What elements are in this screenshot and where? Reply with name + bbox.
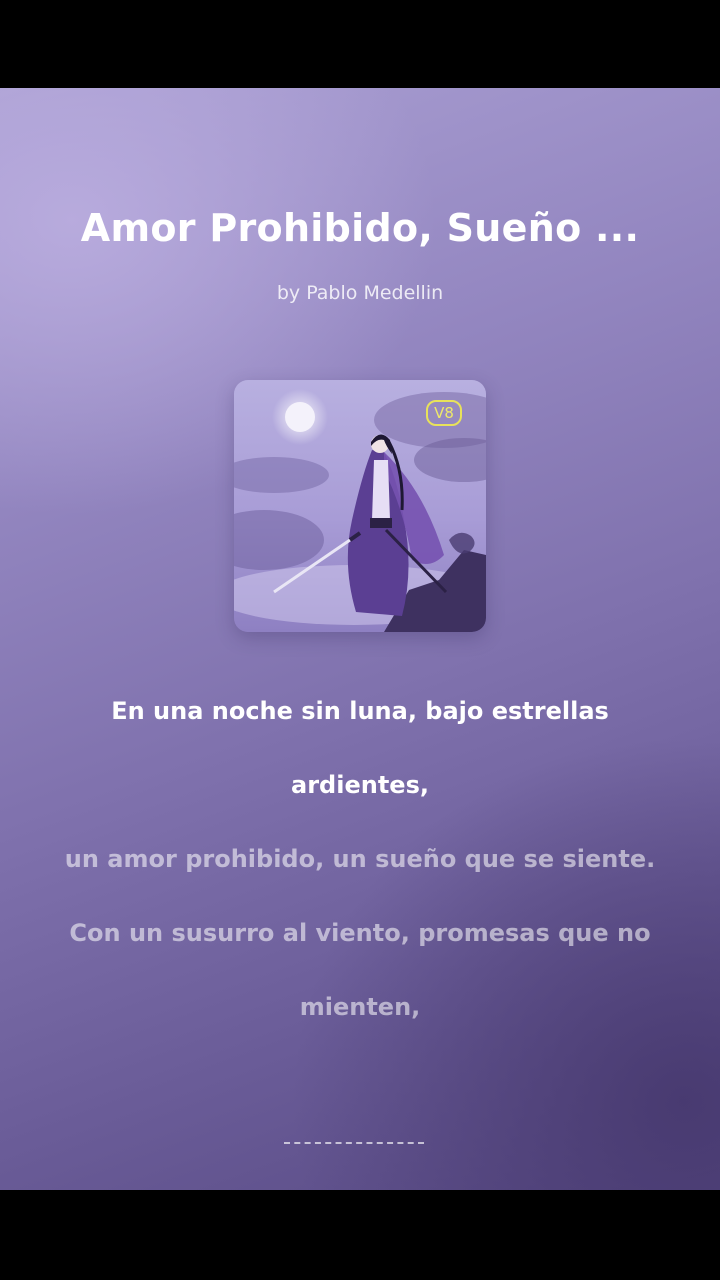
version-badge: V8 — [426, 400, 462, 426]
lyric-line-current[interactable]: En una noche sin luna, bajo estrellas ar… — [50, 674, 670, 822]
lyrics-progress-dots — [284, 1142, 424, 1148]
lyrics-player-screen: Amor Prohibido, Sueño ... by Pablo Medel… — [0, 88, 720, 1190]
song-title: Amor Prohibido, Sueño ... — [80, 206, 640, 250]
lyric-line-next[interactable]: un amor prohibido, un sueño que se sient… — [50, 822, 670, 896]
artist-name: by Pablo Medellin — [276, 282, 444, 304]
lyric-line-upcoming[interactable]: Con un susurro al viento, promesas que n… — [50, 896, 670, 1044]
bottom-black-bar — [0, 1190, 720, 1280]
album-cover[interactable]: V8 — [234, 380, 486, 632]
top-black-bar — [0, 0, 720, 88]
lyrics-panel[interactable]: En una noche sin luna, bajo estrellas ar… — [50, 674, 670, 1044]
